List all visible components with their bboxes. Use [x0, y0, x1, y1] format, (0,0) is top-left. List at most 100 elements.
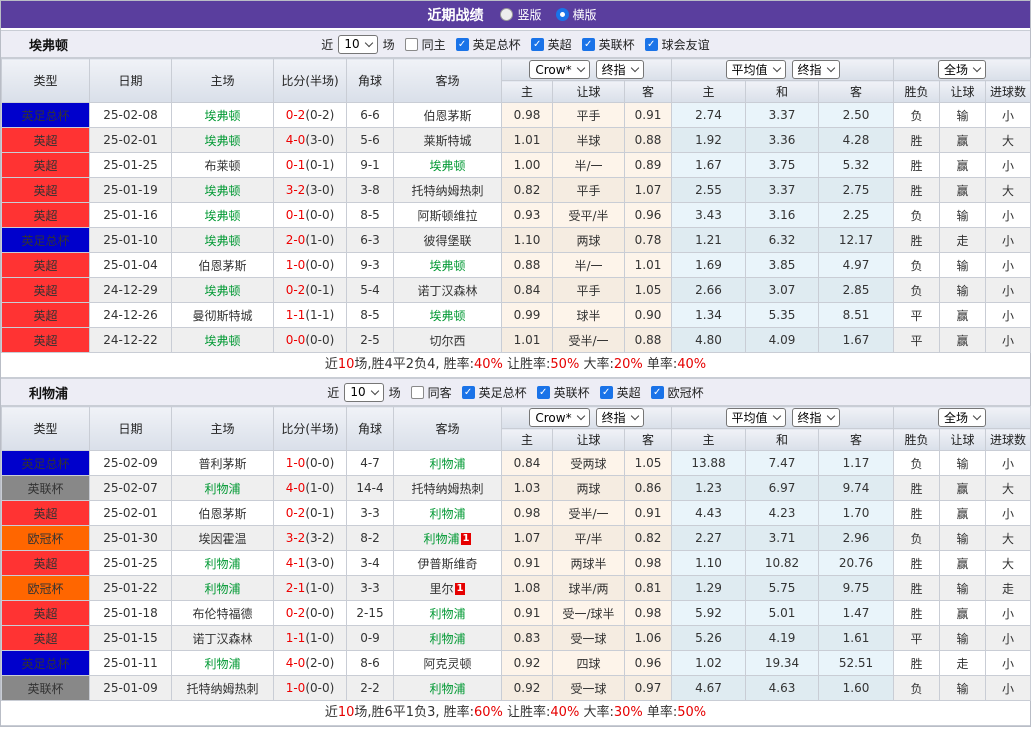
home-team[interactable]: 埃弗顿 — [204, 334, 240, 348]
avg-draw-odds: 3.16 — [745, 202, 819, 228]
away-team[interactable]: 埃弗顿 — [429, 159, 465, 173]
header-controls-cell: 平均值 终指 — [670, 58, 895, 81]
result-handicap: 走 — [939, 650, 987, 676]
away-team[interactable]: 托特纳姆热刺 — [411, 482, 483, 496]
odds-provider-select[interactable]: Crow* — [529, 408, 590, 428]
avg-time-select[interactable]: 终指 — [791, 408, 840, 427]
corners-cell: 8-5 — [346, 302, 394, 328]
home-team[interactable]: 埃弗顿 — [204, 134, 240, 148]
home-team[interactable]: 埃弗顿 — [204, 284, 240, 298]
away-team[interactable]: 利物浦 — [429, 507, 465, 521]
page-title: 近期战绩 — [427, 7, 484, 24]
home-team[interactable]: 布莱顿 — [204, 159, 240, 173]
chevron-down-icon — [826, 63, 835, 73]
league-filter-checkbox[interactable]: ✓ — [599, 385, 613, 399]
matches-count-select[interactable]: 10 — [344, 382, 384, 402]
away-team[interactable]: 阿克灵顿 — [423, 657, 471, 671]
league-filter-checkbox[interactable]: ✓ — [530, 37, 544, 51]
handicap-home-odds: 0.93 — [501, 202, 553, 228]
vertical-layout-radio[interactable]: 竖版 — [500, 6, 542, 23]
chevron-down-icon — [972, 411, 982, 421]
away-team[interactable]: 阿斯顿维拉 — [417, 209, 477, 223]
away-team[interactable]: 利物浦 — [429, 607, 465, 621]
avg-home-odds: 1.69 — [671, 252, 746, 278]
avg-time-select[interactable]: 终指 — [791, 60, 840, 79]
odds-time-select[interactable]: 终指 — [595, 407, 644, 427]
match-date: 24-12-26 — [89, 302, 172, 328]
home-team[interactable]: 埃弗顿 — [204, 209, 240, 223]
home-team[interactable]: 利物浦 — [204, 582, 240, 596]
score-cell: 0-2(0-0) — [273, 600, 347, 626]
same-venue-checkbox[interactable] — [410, 385, 424, 399]
match-date: 25-02-01 — [89, 127, 172, 153]
home-team-cell: 利物浦 — [171, 475, 274, 501]
league-filter-label: 英联杯 — [598, 37, 635, 52]
avg-provider-select[interactable]: 平均值 — [725, 408, 786, 427]
away-team[interactable]: 利物浦 — [429, 682, 465, 696]
home-team[interactable]: 普利茅斯 — [198, 457, 246, 471]
matches-count-select[interactable]: 10 — [338, 34, 378, 54]
corners-cell: 8-5 — [346, 202, 394, 228]
home-team[interactable]: 埃弗顿 — [204, 184, 240, 198]
half-time-score: (0-0) — [305, 208, 335, 222]
odds-provider-select-value: Crow* — [535, 410, 572, 425]
away-team[interactable]: 里尔 — [430, 582, 454, 596]
home-team[interactable]: 诺丁汉森林 — [192, 632, 252, 646]
avg-provider-select[interactable]: 平均值 — [725, 60, 786, 79]
home-team[interactable]: 曼彻斯特城 — [192, 309, 252, 323]
league-filter-label: 英联杯 — [553, 385, 590, 400]
away-team[interactable]: 埃弗顿 — [429, 309, 465, 323]
full-time-score: 0-2 — [285, 283, 306, 297]
league-filter-checkbox[interactable]: ✓ — [461, 385, 475, 399]
home-team[interactable]: 利物浦 — [204, 482, 240, 496]
odds-time-select[interactable]: 终指 — [595, 59, 644, 79]
match-date: 25-01-25 — [89, 152, 172, 178]
home-team[interactable]: 伯恩茅斯 — [198, 259, 246, 273]
home-team[interactable]: 埃因霍温 — [198, 532, 246, 546]
home-team[interactable]: 托特纳姆热刺 — [186, 682, 258, 696]
summary-text: 让胜率: — [502, 357, 551, 372]
home-team[interactable]: 利物浦 — [204, 657, 240, 671]
away-team[interactable]: 彼得堡联 — [423, 234, 471, 248]
result-handicap: 输 — [939, 625, 987, 651]
result-goals: 小 — [985, 625, 1031, 651]
away-team[interactable]: 托特纳姆热刺 — [411, 184, 483, 198]
horizontal-layout-radio[interactable]: 横版 — [555, 6, 597, 23]
chevron-down-icon — [364, 38, 373, 47]
home-team[interactable]: 布伦特福德 — [192, 607, 252, 621]
same-venue-checkbox[interactable] — [404, 37, 418, 51]
summary-text: 10 — [337, 357, 355, 372]
avg-away-odds: 4.97 — [817, 252, 895, 278]
sub-column-header: 主 — [671, 80, 746, 103]
away-team[interactable]: 伯恩茅斯 — [423, 109, 471, 123]
away-team[interactable]: 利物浦 — [429, 457, 465, 471]
away-team[interactable]: 诺丁汉森林 — [417, 284, 477, 298]
scope-select[interactable]: 全场 — [938, 60, 987, 79]
away-team[interactable]: 利物浦 — [424, 532, 460, 546]
results-table: 类型 日期 主场 比分(半场) 角球 客场 Crow* 终指 平均值 终指 全场主让球客主和客胜负让… — [1, 58, 1031, 353]
match-row: 英超 25-01-15 诺丁汉森林 1-1(1-0) 0-9 利物浦 0.83 受一球 1.06… — [1, 625, 1031, 651]
home-team[interactable]: 伯恩茅斯 — [198, 507, 246, 521]
full-time-score: 1-0 — [285, 456, 306, 470]
scope-select[interactable]: 全场 — [938, 408, 987, 427]
league-filter-checkbox[interactable]: ✓ — [581, 37, 595, 51]
league-filter-checkbox[interactable]: ✓ — [644, 37, 658, 51]
result-goals: 小 — [985, 102, 1031, 128]
handicap-away-odds: 1.05 — [624, 450, 672, 476]
league-badge: 英超 — [1, 500, 90, 526]
result-outcome: 负 — [893, 450, 941, 476]
full-time-score: 0-2 — [285, 506, 306, 520]
away-team[interactable]: 埃弗顿 — [429, 259, 465, 273]
home-team[interactable]: 利物浦 — [204, 557, 240, 571]
league-filter-checkbox[interactable]: ✓ — [650, 385, 664, 399]
odds-provider-select[interactable]: Crow* — [529, 60, 590, 80]
league-filter-checkbox[interactable]: ✓ — [536, 385, 550, 399]
away-team[interactable]: 利物浦 — [429, 632, 465, 646]
away-team[interactable]: 莱斯特城 — [423, 134, 471, 148]
away-team[interactable]: 切尔西 — [429, 334, 465, 348]
league-filter-checkbox[interactable]: ✓ — [455, 37, 469, 51]
home-team[interactable]: 埃弗顿 — [204, 234, 240, 248]
summary-text: 单率: — [642, 705, 678, 720]
home-team[interactable]: 埃弗顿 — [204, 109, 240, 123]
away-team[interactable]: 伊普斯维奇 — [417, 557, 477, 571]
